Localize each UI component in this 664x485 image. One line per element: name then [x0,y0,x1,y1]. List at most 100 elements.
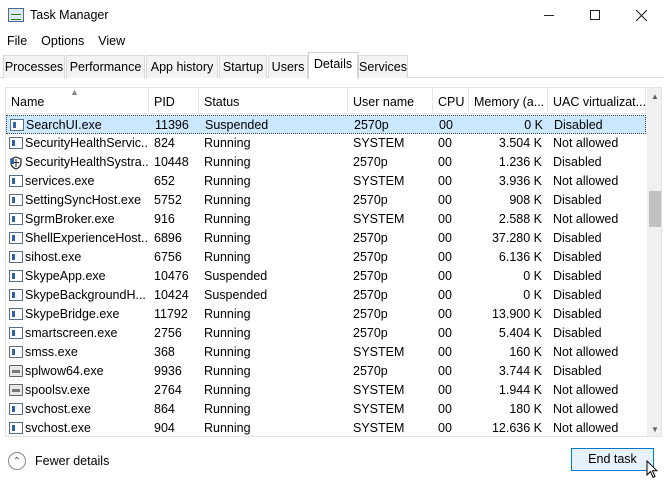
cell-user-name: SYSTEM [353,402,405,416]
cell-cpu: 00 [438,193,452,207]
cell-user-name: 2570p [353,250,388,264]
app-icon [9,403,23,415]
cell-status: Running [204,174,251,188]
close-icon [635,9,647,21]
cell-memory: 13.900 K [491,307,542,321]
footer: ⌃ Fewer details End task [0,440,664,485]
column-header-memory[interactable]: Memory (a... [469,88,548,114]
process-name: spoolsv.exe [25,383,91,397]
cell-pid: 824 [154,136,175,150]
cell-name: SkypeApp.exe [6,267,149,286]
fewer-details-button[interactable]: ⌃ Fewer details [8,450,109,472]
tab-users[interactable]: Users [268,55,308,78]
column-header-pid[interactable]: PID [149,88,199,114]
table-row[interactable]: svchost.exe 904 Running SYSTEM 00 12.636 K Not… [6,419,646,436]
column-header-user-name[interactable]: User name [348,88,433,114]
table-header: ▲ Name PID Status User name CPU Memory (… [6,88,646,114]
cell-status: Running [204,383,251,397]
cell-cpu: 00 [438,421,452,435]
column-header-name[interactable]: ▲ Name [6,88,149,114]
cell-name: SgrmBroker.exe [6,210,149,229]
table-row[interactable]: SkypeBridge.exe 11792 Running 2570p 00 13.900… [6,305,646,324]
table-row[interactable]: services.exe 652 Running SYSTEM 00 3.936 K Not… [6,172,646,191]
cell-cpu: 00 [438,364,452,378]
tab-performance[interactable]: Performance [66,55,145,78]
task-manager-icon [8,8,24,22]
table-row[interactable]: SecurityHealthServic... 824 Running SYSTEM 0… [6,134,646,153]
process-name: SkypeBridge.exe [25,307,120,321]
process-name: SecurityHealthServic... [25,136,149,150]
minimize-button[interactable] [526,0,572,30]
cell-uac-virtualization: Disabled [553,250,602,264]
cell-memory: 0 K [523,288,542,302]
cell-uac-virtualization: Disabled [553,231,602,245]
cell-name: SecurityHealthSystra... [6,153,149,172]
process-name: SgrmBroker.exe [25,212,115,226]
process-name: smss.exe [25,345,78,359]
cell-uac-virtualization: Not allowed [553,174,619,188]
table-row[interactable]: SecurityHealthSystra... 10448 Running 2570p… [6,153,646,172]
menu-options[interactable]: Options [34,30,91,52]
tab-details[interactable]: Details [308,52,358,79]
cell-status: Running [204,231,251,245]
chevron-up-icon: ⌃ [8,452,26,470]
cell-name: spoolsv.exe [6,381,149,400]
table-row[interactable]: ShellExperienceHost.... 6896 Running 2570p 0… [6,229,646,248]
column-header-status[interactable]: Status [199,88,348,114]
menu-view[interactable]: View [91,30,132,52]
vertical-scrollbar[interactable]: ▲ ▼ [647,88,661,436]
cell-uac-virtualization: Not allowed [553,421,619,435]
table-row[interactable]: SgrmBroker.exe 916 Running SYSTEM 00 2.588 K N… [6,210,646,229]
end-task-button[interactable]: End task [571,448,654,471]
table-row[interactable]: SearchUI.exe 11396 Suspended 2570p 00 0 K Disa… [6,115,646,134]
cell-user-name: 2570p [353,288,388,302]
close-button[interactable] [618,0,664,30]
cell-user-name: SYSTEM [353,383,405,397]
app-icon [10,119,24,131]
cell-memory: 2.588 K [498,212,542,226]
cell-user-name: SYSTEM [353,421,405,435]
tab-app-history[interactable]: App history [146,55,218,78]
cell-uac-virtualization: Disabled [553,193,602,207]
table-row[interactable]: sihost.exe 6756 Running 2570p 00 6.136 K Disab… [6,248,646,267]
cell-uac-virtualization: Disabled [554,118,603,132]
cell-status: Suspended [204,269,268,283]
tab-startup[interactable]: Startup [219,55,267,78]
cell-status: Suspended [205,118,269,132]
process-name: ShellExperienceHost.... [25,231,149,245]
table-row[interactable]: svchost.exe 864 Running SYSTEM 00 180 K Not al… [6,400,646,419]
window-title: Task Manager [30,8,109,22]
cell-user-name: 2570p [353,231,388,245]
table-row[interactable]: splwow64.exe 9936 Running 2570p 00 3.744 K Dis… [6,362,646,381]
table-row[interactable]: smartscreen.exe 2756 Running 2570p 00 5.404 K… [6,324,646,343]
cell-memory: 1.944 K [498,383,542,397]
cell-status: Running [204,326,251,340]
cell-user-name: 2570p [353,307,388,321]
app-icon [9,308,23,320]
app-icon [9,232,23,244]
table-row[interactable]: smss.exe 368 Running SYSTEM 00 160 K Not allow… [6,343,646,362]
cell-pid: 6756 [154,250,182,264]
scroll-up-icon[interactable]: ▲ [647,88,661,105]
column-header-cpu[interactable]: CPU [433,88,469,114]
menu-file[interactable]: File [0,30,34,52]
table-row[interactable]: SkypeBackgroundH... 10424 Suspended 2570p 00… [6,286,646,305]
table-row[interactable]: SettingSyncHost.exe 5752 Running 2570p 00 908… [6,191,646,210]
app-icon [9,422,23,434]
tab-services[interactable]: Services [358,55,408,78]
cell-pid: 10424 [154,288,189,302]
column-header-uac-virtualization[interactable]: UAC virtualizat... [548,88,646,114]
maximize-button[interactable] [572,0,618,30]
cell-memory: 180 K [509,402,542,416]
cell-status: Running [204,421,251,435]
cell-memory: 5.404 K [498,326,542,340]
tab-processes[interactable]: Processes [3,55,65,78]
cell-memory: 1.236 K [498,155,542,169]
table-row[interactable]: spoolsv.exe 2764 Running SYSTEM 00 1.944 K Not… [6,381,646,400]
table-row[interactable]: SkypeApp.exe 10476 Suspended 2570p 00 0 K Disa… [6,267,646,286]
scrollbar-thumb[interactable] [649,191,661,227]
scroll-down-icon[interactable]: ▼ [647,421,661,436]
menu-bar: File Options View [0,30,664,52]
cell-user-name: SYSTEM [353,136,405,150]
cell-status: Running [204,402,251,416]
